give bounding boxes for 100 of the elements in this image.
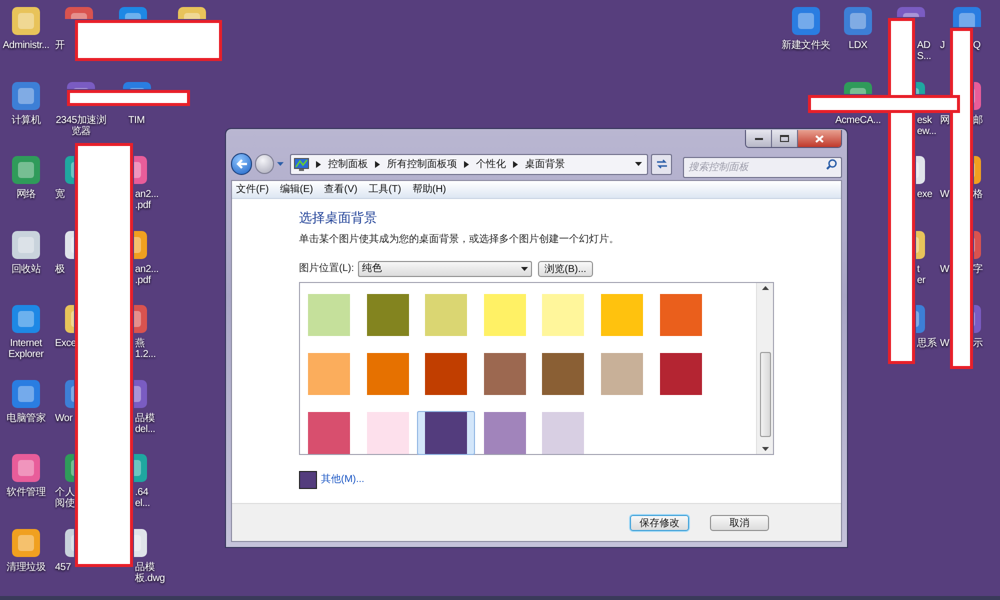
icon-label: t er	[917, 264, 926, 286]
app-icon[interactable]	[974, 80, 982, 110]
app-icon[interactable]	[118, 6, 148, 19]
maximize-button[interactable]	[772, 130, 798, 147]
app-icon[interactable]	[843, 6, 873, 36]
close-button[interactable]	[798, 130, 841, 147]
search-icon	[826, 158, 837, 170]
breadcrumb-item[interactable]: 所有控制面板项	[386, 156, 457, 172]
app-icon[interactable]	[64, 453, 74, 483]
app-icon[interactable]	[177, 6, 207, 19]
icon-label: exe	[917, 189, 932, 200]
app-icon[interactable]	[11, 6, 41, 36]
app-icon[interactable]	[134, 453, 148, 483]
address-bar[interactable]: 控制面板 所有控制面板项 个性化 桌面背景	[290, 154, 648, 174]
icon-label: .64 el...	[135, 487, 150, 509]
color-swatch[interactable]	[600, 294, 643, 336]
color-swatch[interactable]	[660, 294, 702, 336]
icon-label: 邮	[973, 114, 983, 126]
back-arrow-icon	[236, 159, 248, 169]
scroll-down-icon[interactable]	[762, 446, 768, 450]
icon-label: 软件管理	[6, 487, 46, 498]
breadcrumb-item[interactable]: 桌面背景	[524, 156, 565, 172]
app-icon[interactable]	[11, 155, 41, 185]
app-icon[interactable]	[916, 155, 926, 185]
color-swatch[interactable]	[542, 352, 584, 394]
dialog-button[interactable]: 取消	[710, 514, 769, 530]
app-icon[interactable]	[11, 453, 41, 483]
app-icon[interactable]	[843, 80, 873, 94]
more-colors-link[interactable]: 其他(M)...	[321, 472, 364, 487]
back-button[interactable]	[231, 153, 252, 175]
color-swatch[interactable]	[484, 352, 526, 394]
app-icon[interactable]	[64, 304, 74, 334]
breadcrumb-item[interactable]: 控制面板	[328, 156, 368, 172]
app-icon[interactable]	[11, 528, 41, 558]
icon-label: an2... .pdf	[135, 189, 159, 211]
dropdown-caret-icon[interactable]	[635, 162, 642, 166]
icon-label: esk ew...	[917, 114, 936, 136]
app-icon[interactable]	[791, 6, 821, 36]
app-icon[interactable]	[11, 230, 41, 260]
dialog-button[interactable]: 保存修改	[630, 514, 689, 530]
color-swatch[interactable]	[366, 412, 409, 454]
menu-item[interactable]: 帮助(H)	[412, 182, 446, 197]
icon-label: 网	[940, 114, 950, 126]
app-icon[interactable]	[122, 80, 152, 89]
color-swatch[interactable]	[484, 412, 526, 454]
color-swatch[interactable]	[308, 412, 350, 454]
app-icon[interactable]	[134, 528, 148, 558]
color-swatch[interactable]	[425, 352, 468, 394]
app-icon[interactable]	[916, 80, 926, 94]
app-icon[interactable]	[952, 6, 982, 27]
refresh-icon	[656, 159, 668, 169]
refresh-button[interactable]	[651, 154, 672, 174]
color-swatch[interactable]	[600, 352, 643, 394]
color-swatch[interactable]	[542, 412, 584, 454]
color-swatch[interactable]	[542, 294, 584, 336]
color-swatch[interactable]	[308, 294, 350, 336]
app-icon[interactable]	[64, 6, 94, 19]
app-icon[interactable]	[11, 378, 41, 408]
browse-button[interactable]: 浏览(B)...	[538, 260, 593, 276]
color-swatch[interactable]	[484, 294, 526, 336]
breadcrumb-item[interactable]: 个性化	[476, 156, 506, 172]
icon-label: LDX	[848, 40, 868, 51]
app-icon[interactable]	[916, 230, 926, 260]
color-swatch[interactable]	[366, 294, 409, 336]
color-swatch[interactable]	[660, 352, 702, 394]
color-swatch[interactable]	[308, 352, 350, 394]
minimize-button[interactable]	[746, 130, 772, 147]
app-icon[interactable]	[64, 378, 74, 408]
app-icon[interactable]	[11, 80, 41, 110]
app-icon[interactable]	[66, 80, 96, 89]
menu-item[interactable]: 工具(T)	[368, 182, 402, 197]
app-icon[interactable]	[11, 304, 41, 334]
app-icon[interactable]	[64, 155, 74, 185]
menu-item[interactable]: 文件(F)	[236, 182, 269, 197]
color-swatch[interactable]	[425, 294, 468, 336]
location-dropdown[interactable]: 纯色	[358, 260, 532, 276]
app-icon[interactable]	[916, 304, 926, 334]
app-icon[interactable]	[134, 230, 148, 260]
icon-label: Wor	[55, 412, 72, 424]
color-swatch[interactable]	[417, 410, 476, 454]
app-icon[interactable]	[974, 230, 982, 260]
chevron-right-icon	[316, 160, 321, 168]
app-icon[interactable]	[64, 230, 74, 260]
app-icon[interactable]	[134, 155, 148, 185]
menu-item[interactable]: 查看(V)	[324, 182, 358, 197]
app-icon[interactable]	[134, 304, 148, 334]
app-icon[interactable]	[974, 155, 982, 185]
app-icon[interactable]	[134, 378, 148, 408]
app-icon[interactable]	[896, 6, 926, 17]
app-icon[interactable]	[64, 528, 74, 558]
scroll-up-icon[interactable]	[762, 286, 768, 290]
search-field[interactable]: 搜索控制面板	[683, 156, 842, 178]
icon-label: an2... .pdf	[135, 264, 159, 286]
close-icon	[815, 134, 824, 142]
color-swatch[interactable]	[366, 352, 409, 394]
menu-item[interactable]: 编辑(E)	[280, 182, 314, 197]
icon-label: 回收站	[11, 264, 41, 274]
app-icon[interactable]	[974, 304, 982, 334]
chevron-right-icon	[374, 160, 380, 168]
scrollbar[interactable]	[756, 282, 773, 454]
